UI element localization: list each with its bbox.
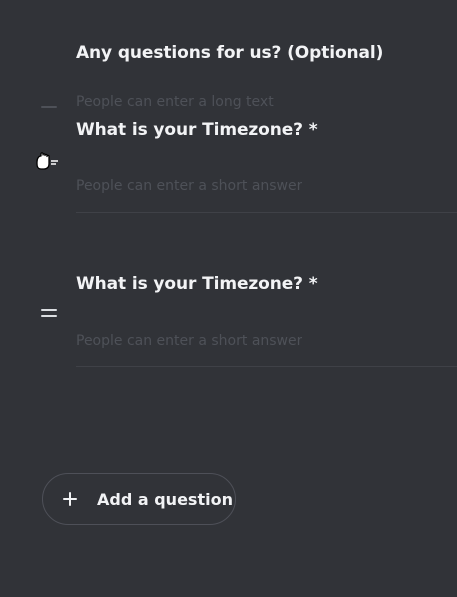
question-placeholder: People can enter a short answer <box>76 178 303 194</box>
drag-handle-icon[interactable] <box>41 102 57 112</box>
question-title[interactable]: What is your Timezone? * <box>76 274 318 294</box>
add-question-button[interactable]: Add a question <box>42 473 236 525</box>
question-title[interactable]: What is your Timezone? * <box>76 120 318 140</box>
answer-underline <box>76 212 457 213</box>
drag-handle-icon[interactable] <box>41 309 57 319</box>
answer-underline <box>76 366 457 367</box>
grab-hand-cursor-icon <box>36 152 58 170</box>
question-placeholder: People can enter a long text <box>76 94 274 110</box>
add-question-label: Add a question <box>97 489 233 509</box>
form-builder-panel: Any questions for us? (Optional) People … <box>0 0 457 597</box>
question-placeholder: People can enter a short answer <box>76 333 303 349</box>
question-title[interactable]: Any questions for us? (Optional) <box>76 43 383 63</box>
plus-icon <box>63 492 77 506</box>
